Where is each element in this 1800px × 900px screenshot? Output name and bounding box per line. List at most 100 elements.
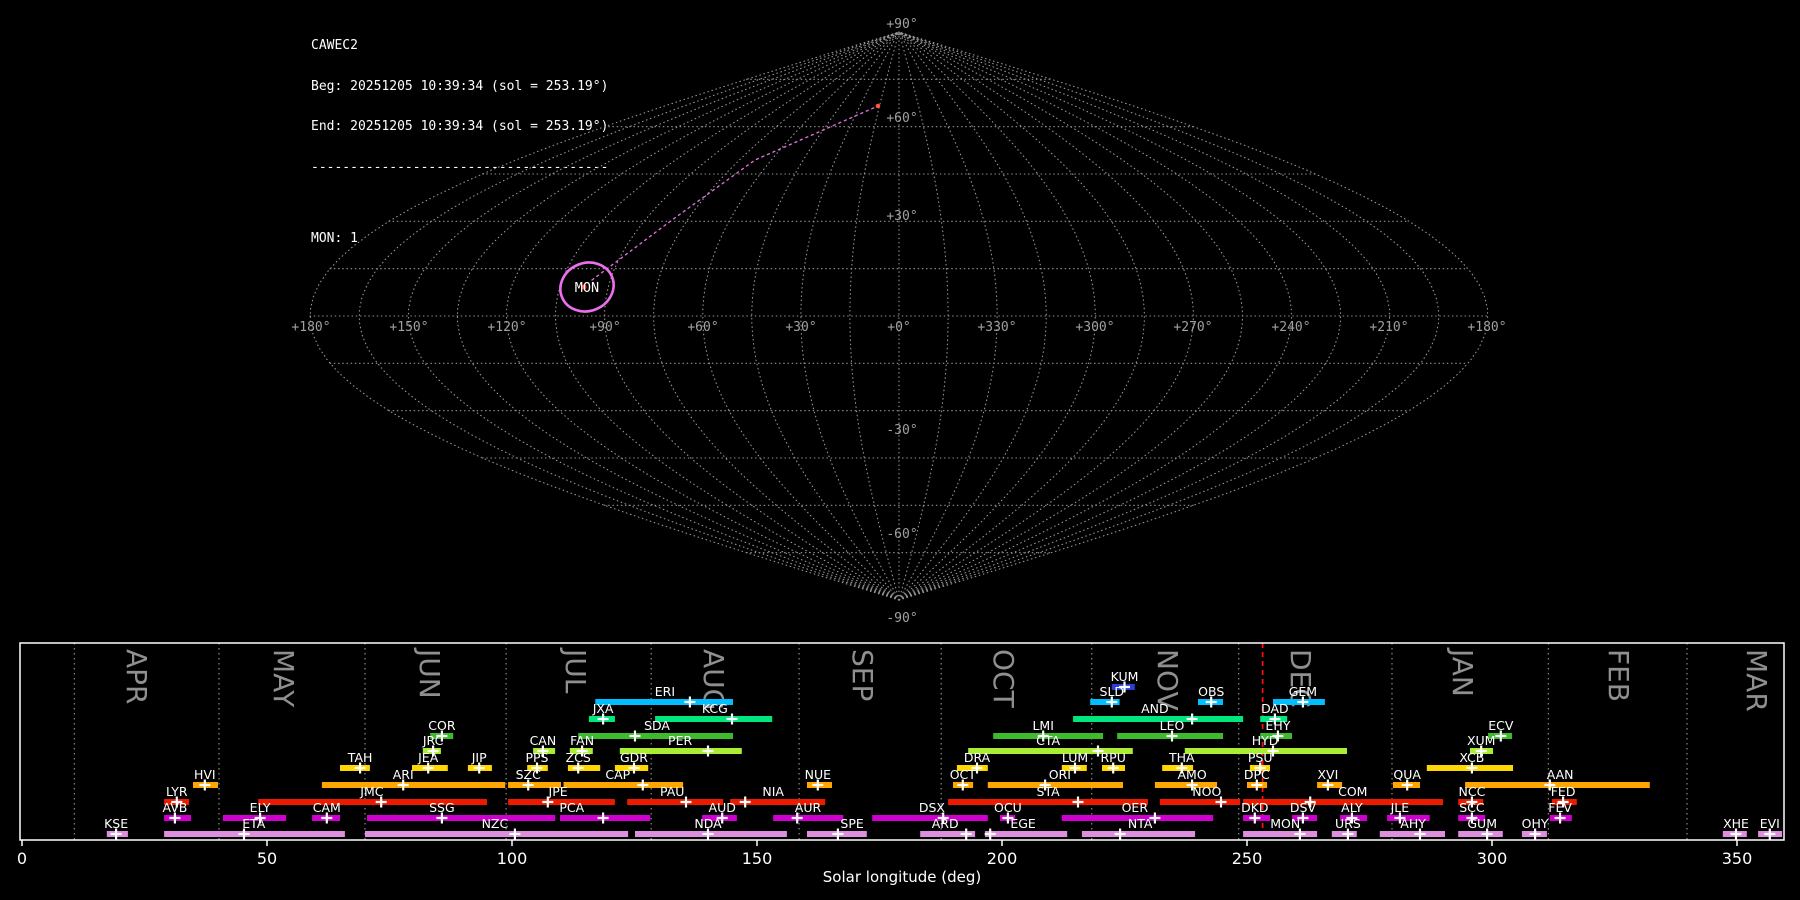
shower-label-SDA: SDA xyxy=(644,718,670,733)
peak-marker-SDA xyxy=(629,730,641,742)
shower-label-JLE: JLE xyxy=(1390,800,1410,815)
month-label: JUN xyxy=(413,647,446,699)
shower-bar-NZC xyxy=(365,831,629,837)
radiant-trail xyxy=(591,103,881,281)
shower-label-XUM: XUM xyxy=(1467,733,1496,748)
shower-label-DSV: DSV xyxy=(1290,800,1317,815)
month-label: MAR xyxy=(1740,649,1773,712)
month-label: JAN xyxy=(1446,647,1479,697)
shower-label-LYR: LYR xyxy=(166,784,188,799)
latitude-label: +90° xyxy=(886,17,917,32)
shower-rows: KUM ERI SLD OBS GEM JXA KCG AND DAD COR SDA LMI LEO E… xyxy=(104,669,1783,840)
shower-label-DRA: DRA xyxy=(964,750,991,765)
peak-marker-NIA xyxy=(739,796,751,808)
shower-label-KSE: KSE xyxy=(104,816,128,831)
shower-bar-MON xyxy=(1243,831,1318,837)
shower-bar-NTA xyxy=(1081,831,1196,837)
shower-bar-DSX xyxy=(872,815,988,821)
shower-label-GDR: GDR xyxy=(620,750,648,765)
shower-label-PER: PER xyxy=(668,733,692,748)
shower-label-COM: COM xyxy=(1338,784,1367,799)
shower-label-OER: OER xyxy=(1122,800,1149,815)
x-axis: 0 50 100 150 200 250 300 350 Solar longitude (de… xyxy=(17,840,1752,886)
shower-label-NIA: NIA xyxy=(762,784,784,799)
shower-label-DKD: DKD xyxy=(1241,800,1268,815)
shower-label-XVI: XVI xyxy=(1317,767,1338,782)
shower-label-TAH: TAH xyxy=(347,750,373,765)
shower-label-SCC: SCC xyxy=(1459,800,1485,815)
shower-label-JEA: JEA xyxy=(417,750,439,765)
shower-bar-SSG xyxy=(367,815,556,821)
shower-label-RPU: RPU xyxy=(1101,750,1126,765)
shower-label-KCG: KCG xyxy=(702,701,728,716)
radiant-mon: MON xyxy=(559,261,615,313)
shower-label-KUM: KUM xyxy=(1111,669,1139,684)
shower-label-SZC: SZC xyxy=(516,767,541,782)
longitude-label: +240° xyxy=(1271,320,1310,335)
latitude-label: +30° xyxy=(886,209,917,224)
shower-label-JPE: JPE xyxy=(548,784,568,799)
shower-label-AND: AND xyxy=(1141,701,1169,716)
peak-marker-NZC xyxy=(509,828,521,840)
plot-screen: CAWEC2 Beg: 20251205 10:39:34 (sol = 253… xyxy=(0,0,1800,900)
shower-label-HYD: HYD xyxy=(1252,733,1279,748)
shower-label-AUR: AUR xyxy=(795,800,822,815)
longitude-label: +120° xyxy=(487,320,526,335)
longitude-label: +210° xyxy=(1369,320,1408,335)
shower-label-STA: STA xyxy=(1037,784,1061,799)
shower-label-FED: FED xyxy=(1551,784,1576,799)
shower-label-LEO: LEO xyxy=(1160,718,1185,733)
shower-label-JMC: JMC xyxy=(359,784,383,799)
shower-label-THA: THA xyxy=(1168,750,1195,765)
shower-label-JRC: JRC xyxy=(422,733,444,748)
trail-tip-dot xyxy=(875,103,881,109)
shower-bar-STA xyxy=(948,799,1148,805)
shower-bar-GUM xyxy=(1458,831,1503,837)
shower-label-OBS: OBS xyxy=(1198,684,1224,699)
peak-marker-ARD xyxy=(960,828,972,840)
shower-bar-KCG xyxy=(655,716,773,722)
longitude-label: +300° xyxy=(1075,320,1114,335)
shower-label-GUM: GUM xyxy=(1467,816,1497,831)
shower-label-CAN: CAN xyxy=(530,733,557,748)
shower-label-MON: MON xyxy=(1270,816,1300,831)
shower-label-DSX: DSX xyxy=(919,800,946,815)
peak-marker-NTA xyxy=(1114,828,1126,840)
shower-bar-NOO xyxy=(1159,799,1241,805)
x-tick-label: 250 xyxy=(1232,849,1263,868)
shower-label-EHY: EHY xyxy=(1265,718,1290,733)
shower-label-ELY: ELY xyxy=(250,800,271,815)
x-tick-label: 200 xyxy=(987,849,1018,868)
latitude-label: -30° xyxy=(886,423,917,438)
shower-label-CTA: CTA xyxy=(1036,733,1060,748)
shower-label-NOO: NOO xyxy=(1192,784,1221,799)
shower-label-NDA: NDA xyxy=(694,816,722,831)
shower-label-URS: URS xyxy=(1335,816,1361,831)
shower-label-CAP: CAP xyxy=(605,767,630,782)
shower-label-LUM: LUM xyxy=(1062,750,1088,765)
shower-bar-AND xyxy=(1073,716,1244,722)
latitude-label: -90° xyxy=(886,611,917,626)
month-label: FEB xyxy=(1602,649,1635,702)
shower-label-ETA: ETA xyxy=(242,816,266,831)
shower-label-SSG: SSG xyxy=(429,800,455,815)
shower-label-EVI: EVI xyxy=(1760,816,1780,831)
shower-label-PPS: PPS xyxy=(525,750,548,765)
shower-label-PCA: PCA xyxy=(559,800,584,815)
shower-label-AVB: AVB xyxy=(162,800,187,815)
peak-marker-CAP xyxy=(637,779,649,791)
shower-label-NCC: NCC xyxy=(1458,784,1485,799)
shower-label-ZCS: ZCS xyxy=(566,750,591,765)
shower-label-NUE: NUE xyxy=(805,767,831,782)
month-label: OCT xyxy=(987,649,1020,709)
shower-bar-AHY xyxy=(1379,831,1445,837)
peak-marker-KCG xyxy=(726,713,738,725)
shower-label-JIP: JIP xyxy=(471,750,487,765)
shower-label-ECV: ECV xyxy=(1488,718,1514,733)
shower-label-AUD: AUD xyxy=(709,800,736,815)
shower-label-ARD: ARD xyxy=(932,816,959,831)
shower-label-OCT: OCT xyxy=(950,767,977,782)
peak-marker-AND xyxy=(1186,713,1198,725)
longitude-label: +90° xyxy=(589,320,620,335)
shower-label-PAU: PAU xyxy=(660,784,684,799)
